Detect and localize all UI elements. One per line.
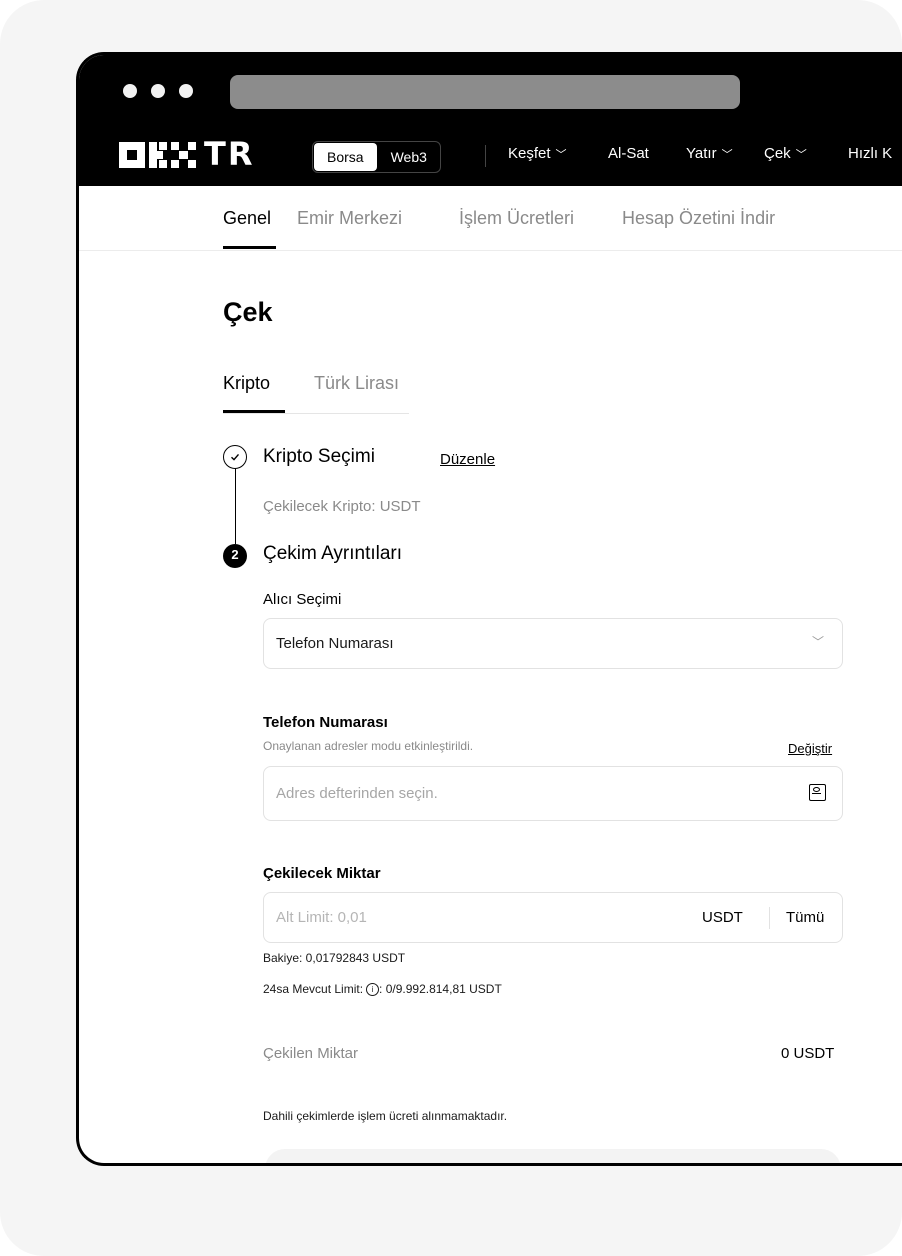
- account-subnav: Genel Emir Merkezi İşlem Ücretleri Hesap…: [79, 186, 902, 251]
- amount-input[interactable]: Alt Limit: 0,01 USDT Tümü: [263, 892, 843, 943]
- recipient-label: Alıcı Seçimi: [263, 591, 342, 608]
- step-number-badge: 2: [223, 544, 247, 568]
- active-tab-indicator: [223, 246, 276, 249]
- balance-text: Bakiye: 0,01792843 USDT: [263, 951, 406, 965]
- daily-limit-text: 24sa Mevcut Limit: i : 0/9.992.814,81 US…: [263, 982, 502, 996]
- web3-toggle[interactable]: Web3: [378, 142, 440, 172]
- edit-link[interactable]: Düzenle: [440, 451, 495, 468]
- tab-islem-ucretleri[interactable]: İşlem Ücretleri: [459, 208, 574, 229]
- step1-title: Kripto Seçimi: [263, 446, 375, 467]
- recipient-select[interactable]: Telefon Numarası ﹀: [263, 618, 843, 669]
- window-dot-icon[interactable]: [151, 84, 165, 98]
- chevron-down-icon: ﹀: [795, 149, 807, 161]
- amount-unit: USDT: [702, 909, 743, 926]
- nav-label: Keşfet: [508, 145, 551, 162]
- check-icon: [223, 445, 247, 469]
- chevron-down-icon: ﹀: [721, 149, 733, 161]
- nav-item-yatir[interactable]: Yatır ﹀: [686, 145, 733, 162]
- nav-label: Hızlı K: [848, 145, 893, 162]
- chevron-down-icon: ﹀: [555, 149, 567, 161]
- step-connector: [235, 468, 236, 544]
- currency-tabs: Kripto Türk Lirası: [223, 369, 409, 414]
- mode-switch: Borsa Web3: [312, 141, 441, 173]
- bottom-info-box: [265, 1149, 841, 1163]
- browser-titlebar: [79, 55, 902, 125]
- info-icon[interactable]: i: [366, 982, 380, 996]
- tab-emir-merkezi[interactable]: Emir Merkezi: [297, 208, 402, 229]
- limit-value: : 0/9.992.814,81 USDT: [379, 982, 502, 996]
- input-divider: [769, 907, 770, 929]
- top-navbar: TR Borsa Web3 Keşfet ﹀ Al-Sat Yatır ﹀ Çek ﹀…: [79, 125, 902, 186]
- browser-window: TR Borsa Web3 Keşfet ﹀ Al-Sat Yatır ﹀ Çek ﹀…: [76, 52, 902, 1166]
- tab-hesap-ozeti[interactable]: Hesap Özetini İndir: [622, 208, 775, 229]
- address-bar[interactable]: [230, 75, 740, 109]
- recipient-value: Telefon Numarası: [276, 635, 394, 652]
- active-tab-indicator: [223, 410, 285, 413]
- address-placeholder: Adres defterinden seçin.: [276, 785, 438, 802]
- page-title: Çek: [223, 297, 273, 327]
- amount-label: Çekilecek Miktar: [263, 865, 381, 882]
- tab-genel[interactable]: Genel: [223, 208, 271, 229]
- borsa-toggle[interactable]: Borsa: [314, 143, 377, 171]
- address-book-field[interactable]: Adres defterinden seçin.: [263, 766, 843, 821]
- nav-item-al-sat[interactable]: Al-Sat: [608, 145, 649, 162]
- nav-label: Yatır: [686, 145, 717, 162]
- window-dot-icon[interactable]: [123, 84, 137, 98]
- phone-label: Telefon Numarası: [263, 714, 388, 731]
- nav-item-hizli[interactable]: Hızlı K: [848, 145, 892, 162]
- change-link[interactable]: Değiştir: [788, 741, 832, 756]
- nav-item-kesfet[interactable]: Keşfet ﹀: [508, 145, 567, 162]
- withdrawn-value: 0 USDT: [781, 1045, 835, 1062]
- withdrawn-label: Çekilen Miktar: [263, 1045, 359, 1062]
- okx-logo-icon[interactable]: [119, 141, 199, 169]
- brand-suffix: TR: [204, 135, 255, 173]
- nav-divider: [485, 145, 486, 167]
- phone-hint: Onaylanan adresler modu etkinleştirildi.: [263, 739, 474, 753]
- fee-note: Dahili çekimlerde işlem ücreti alınmamak…: [263, 1109, 508, 1123]
- nav-item-cek[interactable]: Çek ﹀: [764, 145, 807, 162]
- nav-label: Al-Sat: [608, 145, 649, 162]
- tab-turk-lirasi[interactable]: Türk Lirası: [314, 373, 399, 394]
- chevron-down-icon: ﹀: [812, 635, 825, 649]
- max-amount-button[interactable]: Tümü: [786, 909, 824, 926]
- tab-kripto[interactable]: Kripto: [223, 373, 270, 394]
- window-dot-icon[interactable]: [179, 84, 193, 98]
- amount-placeholder: Alt Limit: 0,01: [276, 909, 367, 926]
- step2-title: Çekim Ayrıntıları: [263, 543, 403, 564]
- nav-label: Çek: [764, 145, 791, 162]
- address-book-icon[interactable]: [809, 784, 826, 801]
- limit-label: 24sa Mevcut Limit:: [263, 982, 364, 996]
- selected-crypto: Çekilecek Kripto: USDT: [263, 498, 421, 515]
